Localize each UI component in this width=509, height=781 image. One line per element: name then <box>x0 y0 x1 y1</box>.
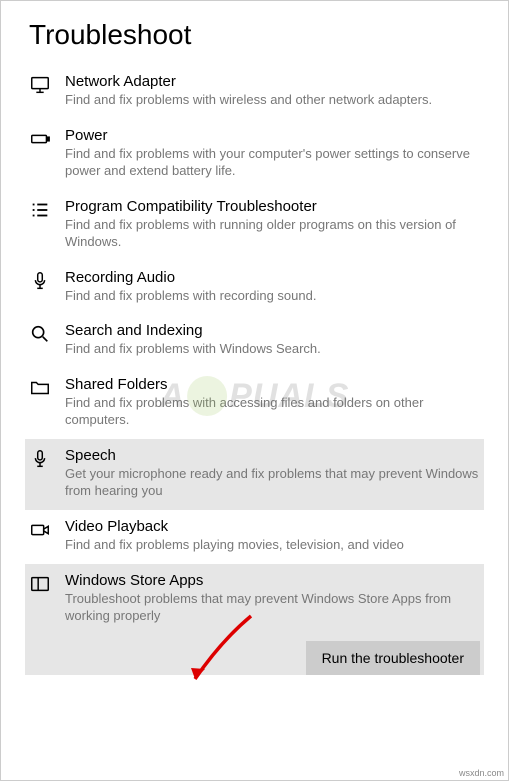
troubleshoot-item-recording-audio[interactable]: Recording Audio Find and fix problems wi… <box>25 261 484 315</box>
troubleshoot-item-video-playback[interactable]: Video Playback Find and fix problems pla… <box>25 510 484 564</box>
item-title: Recording Audio <box>65 269 480 286</box>
item-desc: Find and fix problems with your computer… <box>65 145 480 180</box>
item-title: Program Compatibility Troubleshooter <box>65 198 480 215</box>
run-troubleshooter-button[interactable]: Run the troubleshooter <box>306 641 480 675</box>
troubleshoot-item-speech[interactable]: Speech Get your microphone ready and fix… <box>25 439 484 510</box>
page-title: Troubleshoot <box>25 19 484 51</box>
item-desc: Troubleshoot problems that may prevent W… <box>65 590 480 625</box>
store-app-icon <box>29 572 65 595</box>
microphone-icon <box>29 269 65 292</box>
troubleshoot-item-windows-store-apps[interactable]: Windows Store Apps Troubleshoot problems… <box>25 564 484 635</box>
folder-icon <box>29 376 65 399</box>
item-desc: Find and fix problems with accessing fil… <box>65 394 480 429</box>
item-title: Search and Indexing <box>65 322 480 339</box>
item-title: Shared Folders <box>65 376 480 393</box>
troubleshoot-item-shared-folders[interactable]: Shared Folders Find and fix problems wit… <box>25 368 484 439</box>
list-icon <box>29 198 65 221</box>
item-desc: Find and fix problems playing movies, te… <box>65 536 480 554</box>
troubleshoot-item-program-compatibility[interactable]: Program Compatibility Troubleshooter Fin… <box>25 190 484 261</box>
item-desc: Find and fix problems with recording sou… <box>65 287 480 305</box>
troubleshoot-item-power[interactable]: Power Find and fix problems with your co… <box>25 119 484 190</box>
item-desc: Find and fix problems with running older… <box>65 216 480 251</box>
microphone-icon <box>29 447 65 470</box>
item-title: Video Playback <box>65 518 480 535</box>
item-title: Speech <box>65 447 480 464</box>
action-row: Run the troubleshooter <box>25 635 484 675</box>
item-title: Network Adapter <box>65 73 480 90</box>
item-title: Windows Store Apps <box>65 572 480 589</box>
item-desc: Get your microphone ready and fix proble… <box>65 465 480 500</box>
monitor-icon <box>29 73 65 96</box>
troubleshoot-item-network-adapter[interactable]: Network Adapter Find and fix problems wi… <box>25 65 484 119</box>
item-title: Power <box>65 127 480 144</box>
item-desc: Find and fix problems with Windows Searc… <box>65 340 480 358</box>
battery-icon <box>29 127 65 150</box>
item-desc: Find and fix problems with wireless and … <box>65 91 480 109</box>
troubleshoot-item-search-indexing[interactable]: Search and Indexing Find and fix problem… <box>25 314 484 368</box>
footer-text: wsxdn.com <box>459 768 504 778</box>
search-icon <box>29 322 65 345</box>
video-icon <box>29 518 65 541</box>
